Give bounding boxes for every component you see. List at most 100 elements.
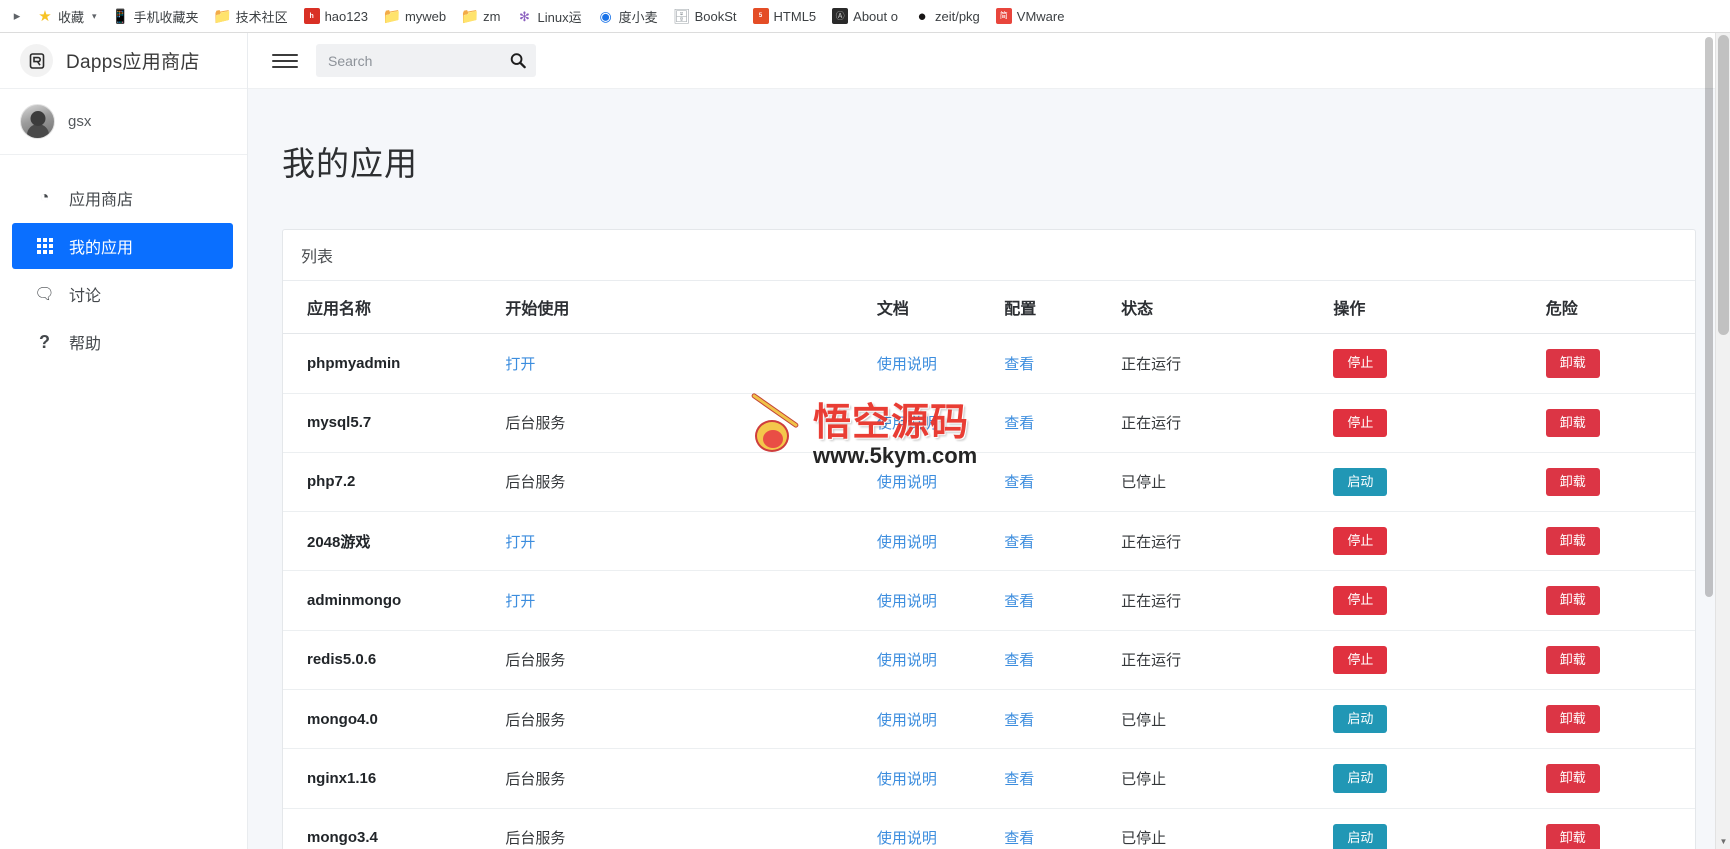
config-view-link[interactable]: 查看 (1004, 593, 1034, 610)
doc-link[interactable]: 使用说明 (877, 712, 937, 729)
user-block[interactable]: gsx (0, 89, 247, 155)
table-row: redis5.0.6 后台服务 使用说明 查看 正在运行 停止 卸载 (283, 630, 1695, 691)
chevron-down-icon[interactable]: ▾ (92, 11, 97, 22)
stop-button[interactable]: 停止 (1333, 349, 1388, 378)
stop-button[interactable]: 停止 (1333, 527, 1388, 556)
config-view-link[interactable]: 查看 (1004, 652, 1034, 669)
browser-bookmark-bar: ▸ ★ 收藏 ▾ 📱 手机收藏夹 📁 技术社区 h hao123 📁 myweb 📁 zm ✻ Linux运… (0, 0, 1730, 33)
cell-action: 启动 (1323, 452, 1536, 513)
uninstall-button[interactable]: 卸载 (1545, 586, 1600, 615)
config-view-link[interactable]: 查看 (1004, 712, 1034, 729)
cell-app-name: php7.2 (283, 452, 496, 513)
table-row: mongo4.0 后台服务 使用说明 查看 已停止 启动 卸载 (283, 689, 1695, 750)
search-input[interactable] (316, 44, 536, 77)
cell-app-name: phpmyadmin (283, 333, 496, 394)
bookmarks-overflow-icon[interactable]: ▸ (6, 8, 28, 24)
open-link[interactable]: 打开 (505, 356, 535, 373)
inner-scrollbar-thumb[interactable] (1705, 37, 1713, 597)
app-name: mongo4.0 (307, 710, 378, 728)
grid-icon (34, 238, 55, 254)
cell-app-name: mysql5.7 (283, 393, 496, 453)
bookmark-2[interactable]: 📱 手机收藏夹 (106, 4, 206, 29)
hamburger-icon[interactable] (272, 50, 298, 72)
app-name: redis5.0.6 (307, 651, 377, 669)
doc-link[interactable]: 使用说明 (877, 593, 937, 610)
bookmark-4[interactable]: h hao123 (297, 5, 375, 27)
sidebar-item-我的应用[interactable]: 我的应用 (12, 223, 233, 269)
open-link[interactable]: 打开 (505, 534, 535, 551)
stop-button[interactable]: 停止 (1333, 586, 1388, 615)
open-link[interactable]: 打开 (505, 593, 535, 610)
start-button[interactable]: 启动 (1333, 764, 1388, 793)
bookmark-5[interactable]: 📁 myweb (377, 5, 453, 27)
bookmark-7[interactable]: ✻ Linux运 (510, 4, 589, 29)
bookmark-label: zm (483, 8, 501, 24)
cell-action: 停止 (1323, 333, 1536, 394)
config-view-link[interactable]: 查看 (1004, 771, 1034, 788)
cell-app-name: mongo4.0 (283, 689, 496, 750)
config-view-link[interactable]: 查看 (1004, 474, 1034, 491)
bookmark-label: 度小麦 (618, 9, 658, 25)
start-button[interactable]: 启动 (1333, 705, 1388, 734)
doc-link[interactable]: 使用说明 (877, 415, 937, 432)
main-area: 我的应用 列表 应用名称开始使用文档配置状态操作危险 phpmyadmin打开使… (248, 33, 1730, 849)
doc-link[interactable]: 使用说明 (877, 830, 937, 847)
bookmark-9[interactable]: 🗄 BookSt (667, 5, 744, 27)
folder-icon: 📁 (460, 7, 480, 25)
cell-danger: 卸载 (1535, 630, 1695, 691)
uninstall-button[interactable]: 卸载 (1545, 705, 1600, 734)
sidebar-item-label: 我的应用 (69, 240, 134, 257)
doc-link[interactable]: 使用说明 (877, 534, 937, 551)
page-title: 我的应用 (282, 145, 418, 183)
cell-danger: 卸载 (1535, 808, 1695, 849)
sidebar: Dapps应用商店 gsx ◔ 应用商店我的应用 🗨 讨论? 帮助 (0, 33, 248, 849)
start-button[interactable]: 启动 (1333, 467, 1388, 497)
cell-config: 查看 (994, 808, 1112, 849)
cell-state: 正在运行 (1111, 511, 1324, 572)
bookmark-11[interactable]: Ⓐ About o (825, 5, 905, 27)
uninstall-button[interactable]: 卸载 (1545, 764, 1600, 793)
cell-action: 启动 (1323, 808, 1536, 849)
stop-button[interactable]: 停止 (1333, 408, 1388, 437)
bookmark-6[interactable]: 📁 zm (455, 5, 507, 27)
sidebar-item-帮助[interactable]: ? 帮助 (12, 319, 233, 365)
cell-start: 后台服务 (495, 630, 867, 691)
browser-scrollbar-thumb[interactable] (1718, 35, 1729, 335)
inner-scrollbar[interactable] (1703, 33, 1715, 849)
doc-link[interactable]: 使用说明 (877, 771, 937, 788)
bookmark-1[interactable]: ★ 收藏 ▾ (30, 4, 104, 29)
uninstall-button[interactable]: 卸载 (1545, 349, 1600, 378)
app-name: php7.2 (307, 473, 356, 491)
table-row: php7.2 后台服务 使用说明 查看 已停止 启动 卸载 (283, 452, 1695, 513)
uninstall-button[interactable]: 卸载 (1545, 467, 1600, 497)
doc-link[interactable]: 使用说明 (877, 474, 937, 491)
doc-link[interactable]: 使用说明 (877, 652, 937, 669)
config-view-link[interactable]: 查看 (1004, 534, 1034, 551)
config-view-link[interactable]: 查看 (1004, 415, 1034, 432)
config-view-link[interactable]: 查看 (1004, 830, 1034, 847)
scroll-down-icon[interactable]: ▼ (1716, 834, 1730, 849)
doc-link[interactable]: 使用说明 (877, 356, 937, 373)
brand[interactable]: Dapps应用商店 (0, 33, 247, 89)
topbar (248, 33, 1730, 89)
cell-state: 正在运行 (1111, 393, 1324, 453)
browser-scrollbar[interactable]: ▲ ▼ (1715, 33, 1730, 849)
search-icon[interactable] (504, 44, 532, 77)
start-button[interactable]: 启动 (1333, 823, 1388, 849)
config-view-link[interactable]: 查看 (1004, 356, 1034, 373)
uninstall-button[interactable]: 卸载 (1545, 645, 1600, 674)
bookmark-label: 手机收藏夹 (133, 9, 199, 25)
uninstall-button[interactable]: 卸载 (1545, 408, 1600, 437)
uninstall-button[interactable]: 卸载 (1545, 527, 1600, 556)
bookmark-10[interactable]: 5 HTML5 (746, 5, 824, 27)
bookmark-3[interactable]: 📁 技术社区 (208, 4, 295, 29)
sidebar-item-应用商店[interactable]: ◔ 应用商店 (12, 175, 233, 221)
sidebar-item-讨论[interactable]: 🗨 讨论 (12, 271, 233, 317)
bookmark-12[interactable]: ● zeit/pkg (907, 5, 987, 27)
uninstall-button[interactable]: 卸载 (1545, 823, 1600, 849)
cell-doc: 使用说明 (866, 511, 995, 572)
bookmark-8[interactable]: ◉ 度小麦 (591, 4, 665, 29)
cell-state: 正在运行 (1111, 570, 1324, 631)
bookmark-13[interactable]: 简 VMware (989, 5, 1072, 27)
stop-button[interactable]: 停止 (1333, 645, 1388, 674)
